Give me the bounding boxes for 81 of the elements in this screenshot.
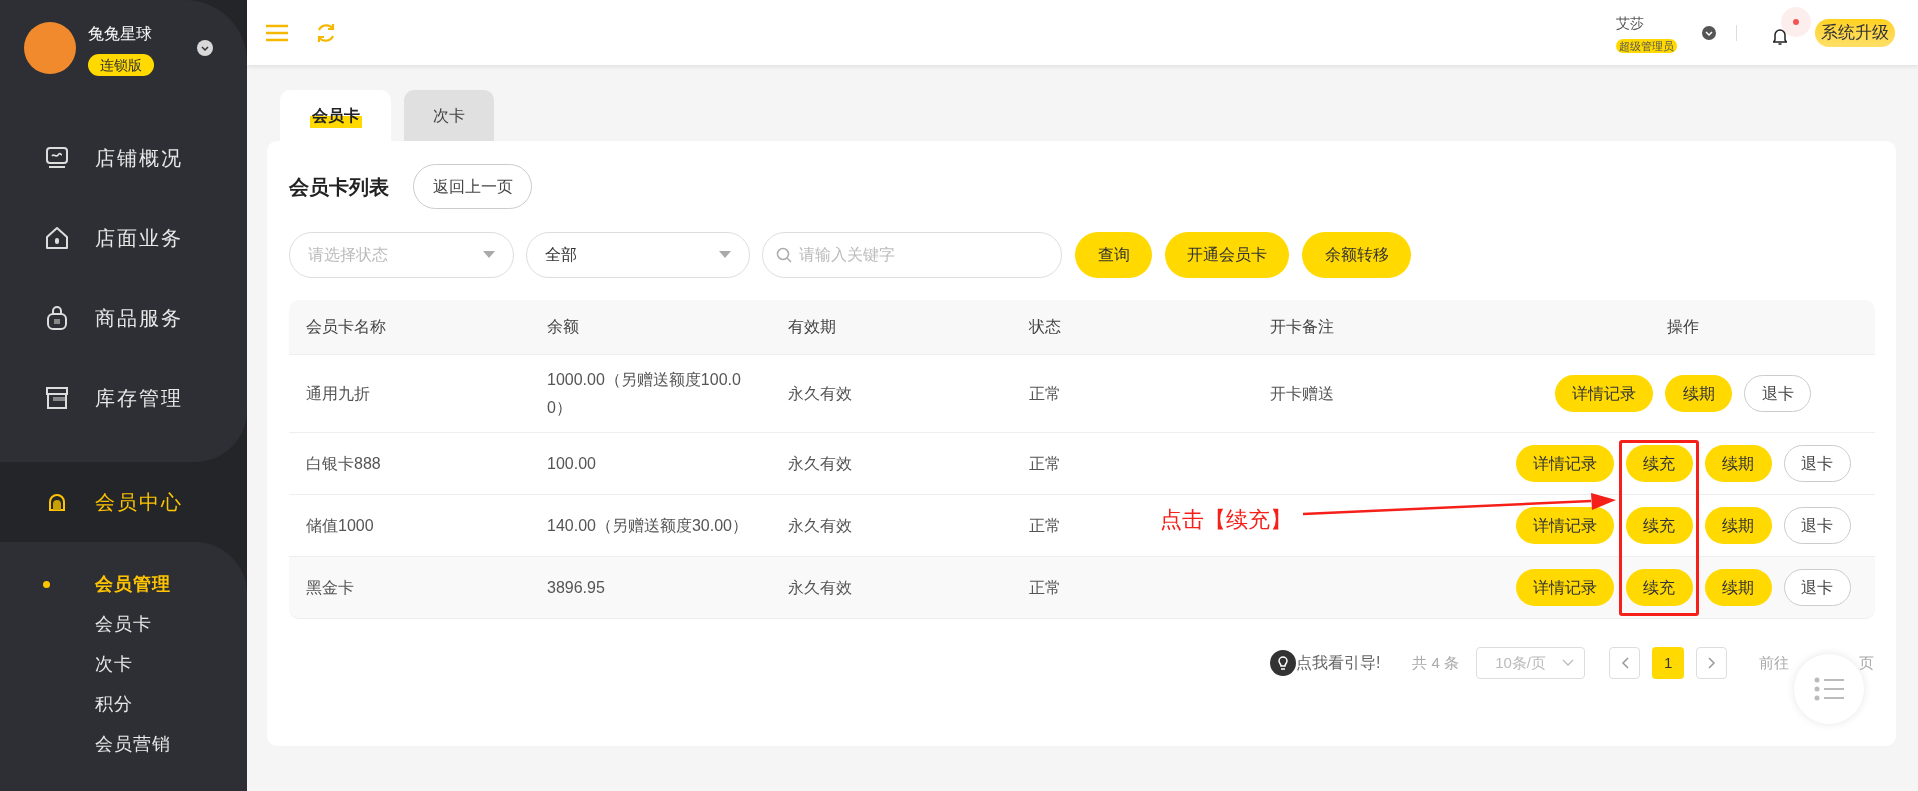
row-action-button[interactable]: 详情记录 bbox=[1515, 569, 1614, 606]
lightbulb-icon bbox=[1270, 650, 1296, 676]
annotation-text: 点击【续充】 bbox=[1160, 506, 1292, 534]
submenu-item[interactable]: 积分 bbox=[0, 684, 247, 724]
row-action-button[interactable]: 续充 bbox=[1625, 507, 1693, 544]
user-menu-button[interactable] bbox=[1701, 24, 1717, 41]
submenu-item[interactable]: 次卡 bbox=[0, 644, 247, 684]
row-action-button[interactable]: 详情记录 bbox=[1515, 507, 1614, 544]
menu-item[interactable]: 库存管理 bbox=[0, 358, 247, 438]
table-cell-text: 通用九折 bbox=[306, 383, 370, 404]
column-header: 有效期 bbox=[788, 317, 836, 337]
table-cell-text: 开卡赠送 bbox=[1270, 383, 1334, 404]
table-cell-text: 储值1000 bbox=[306, 515, 374, 536]
row-action-button[interactable]: 续充 bbox=[1625, 569, 1693, 606]
chevron-down-icon bbox=[1701, 24, 1717, 41]
menu-item[interactable]: 会员中心 bbox=[0, 462, 247, 542]
total-count: 共 4 条 bbox=[1412, 652, 1460, 673]
menu-item[interactable]: 店铺概况 bbox=[0, 118, 247, 198]
table-cell-text: 3896.95 bbox=[547, 577, 605, 598]
table-cell-text: 100.00 bbox=[547, 453, 596, 474]
submenu-item[interactable]: 会员营销 bbox=[0, 724, 247, 764]
avatar bbox=[24, 22, 76, 74]
chevron-right-icon bbox=[1707, 657, 1716, 669]
page-unit-label: 页 bbox=[1859, 652, 1874, 673]
page-button[interactable]: 1 bbox=[1652, 647, 1685, 679]
user-name: 艾莎 bbox=[1616, 13, 1644, 33]
menu-item[interactable]: 商品服务 bbox=[0, 278, 247, 358]
table-cell-text: 正常 bbox=[1029, 577, 1061, 598]
upgrade-button[interactable]: 系统升级 bbox=[1815, 18, 1895, 47]
role-badge: 超级管理员 bbox=[1616, 38, 1677, 53]
row-action-button[interactable]: 退卡 bbox=[1783, 445, 1851, 482]
chevron-left-icon bbox=[1620, 657, 1629, 669]
row-action-button[interactable]: 详情记录 bbox=[1515, 445, 1614, 482]
row-action-button[interactable]: 退卡 bbox=[1783, 507, 1851, 544]
row-action-button[interactable]: 续期 bbox=[1704, 445, 1772, 482]
table-cell-text: 永久有效 bbox=[788, 577, 852, 598]
table-cell-text: 黑金卡 bbox=[306, 577, 354, 598]
table-cell-text: 永久有效 bbox=[788, 383, 852, 404]
table-cell-text: 正常 bbox=[1029, 453, 1061, 474]
guide-link[interactable]: 点我看引导! bbox=[1270, 650, 1381, 676]
row-action-button[interactable]: 续期 bbox=[1665, 375, 1732, 412]
chevron-down-icon bbox=[1562, 659, 1575, 667]
refresh-icon bbox=[315, 21, 337, 44]
column-header: 开卡备注 bbox=[1270, 317, 1334, 337]
column-header: 会员卡名称 bbox=[306, 317, 386, 337]
search-field[interactable]: 请输入关键字 bbox=[762, 232, 1062, 278]
chevron-down-icon bbox=[197, 40, 213, 56]
table-cell-text: 正常 bbox=[1029, 383, 1061, 404]
row-action-button[interactable]: 详情记录 bbox=[1555, 375, 1653, 412]
goto-label: 前往 bbox=[1759, 652, 1789, 673]
edition-badge: 连锁版 bbox=[88, 54, 154, 76]
table-cell-text: 永久有效 bbox=[788, 453, 852, 474]
row-action-button[interactable]: 续充 bbox=[1625, 445, 1693, 482]
row-action-button[interactable]: 续期 bbox=[1704, 569, 1772, 606]
column-header: 余额 bbox=[547, 317, 579, 337]
column-header: 操作 bbox=[1667, 317, 1699, 337]
action-button[interactable]: 开通会员卡 bbox=[1165, 232, 1289, 278]
table-cell-text: 白银卡888 bbox=[306, 453, 381, 474]
submenu-item[interactable]: 会员卡 bbox=[0, 604, 247, 644]
table-cell-text: 正常 bbox=[1029, 515, 1061, 536]
action-button[interactable]: 查询 bbox=[1075, 232, 1152, 278]
row-action-button[interactable]: 退卡 bbox=[1744, 375, 1811, 412]
table-cell-text: 永久有效 bbox=[788, 515, 852, 536]
bell-icon bbox=[1773, 26, 1787, 45]
tab[interactable]: 次卡 bbox=[404, 90, 494, 141]
table-cell-text: 1000.00（另赠送额度100.00） bbox=[547, 369, 742, 418]
row-action-button[interactable]: 续期 bbox=[1704, 507, 1772, 544]
table-cell-text: 140.00（另赠送额度30.00） bbox=[547, 515, 748, 536]
submenu-item[interactable]: 会员管理 bbox=[0, 564, 247, 604]
search-icon bbox=[776, 247, 792, 263]
row-action-button[interactable]: 退卡 bbox=[1783, 569, 1851, 606]
store-name: 兔兔星球 bbox=[88, 24, 152, 44]
caret-icon bbox=[483, 251, 495, 259]
menu-item[interactable]: 店面业务 bbox=[0, 198, 247, 278]
action-button[interactable]: 余额转移 bbox=[1302, 232, 1411, 278]
prev-page-button[interactable] bbox=[1609, 647, 1641, 679]
list-icon bbox=[1814, 677, 1844, 701]
column-header: 状态 bbox=[1029, 317, 1061, 337]
next-page-button[interactable] bbox=[1696, 647, 1727, 679]
section-title: 会员卡列表 bbox=[289, 174, 389, 200]
caret-icon bbox=[719, 251, 731, 259]
